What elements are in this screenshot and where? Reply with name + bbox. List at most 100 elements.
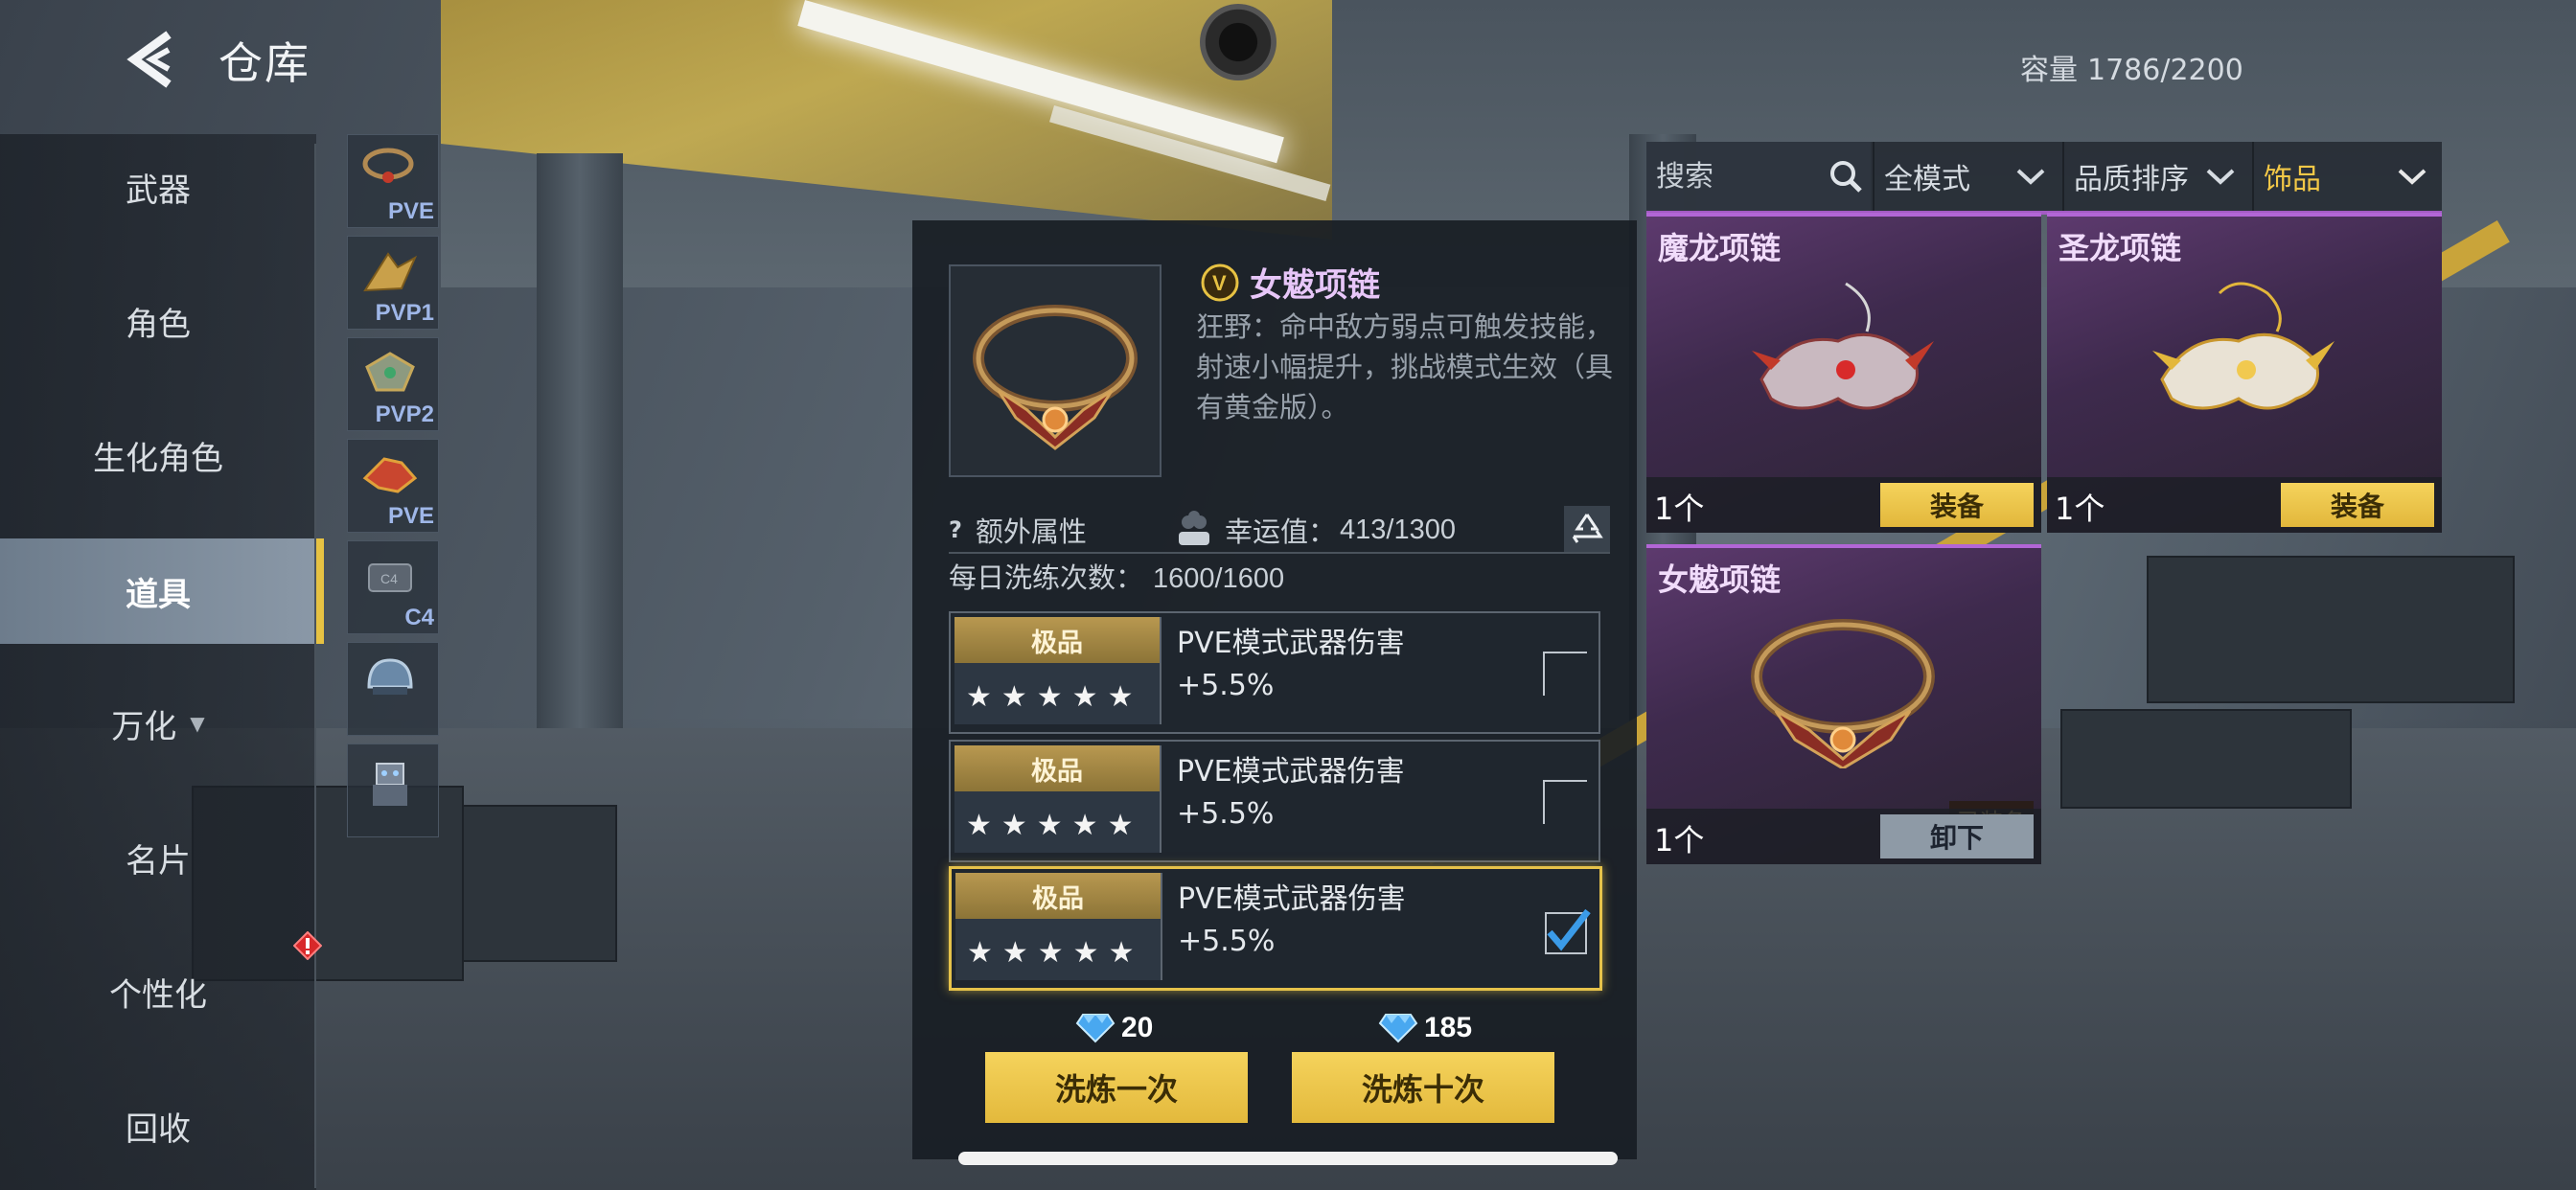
item-name: 女魃项链 bbox=[1250, 266, 1380, 305]
item-count: 1个 bbox=[1654, 491, 1705, 527]
recycle-icon bbox=[1572, 514, 1603, 543]
star-rating: ★★★★★ bbox=[966, 680, 1143, 714]
filter-bar: 全模式 品质排序 饰品 bbox=[1646, 142, 2442, 215]
c4-icon: C4 bbox=[368, 563, 412, 592]
checkmark-icon bbox=[1545, 908, 1591, 954]
star-rating: ★★★★★ bbox=[967, 936, 1144, 970]
option-checkbox-checked[interactable] bbox=[1544, 907, 1591, 954]
refine-once-button[interactable]: 洗炼一次 bbox=[985, 1052, 1248, 1123]
item-description: 狂野：命中敌方弱点可触发技能，射速小幅提升，挑战模式生效（具有黄金版）。 bbox=[1196, 310, 1614, 423]
unequip-button[interactable]: 卸下 bbox=[1880, 814, 2034, 858]
refine-once-cost: 20 bbox=[1075, 1012, 1153, 1044]
sort-dropdown[interactable]: 品质排序 bbox=[2062, 142, 2250, 211]
card-title: 魔龙项链 bbox=[1658, 230, 1782, 266]
necklace-icon bbox=[362, 148, 414, 183]
sidebar-item-namecards[interactable]: 名片 bbox=[0, 805, 316, 910]
back-button[interactable] bbox=[125, 29, 182, 90]
option-text: PVE模式武器伤害+5.5% bbox=[1177, 755, 1405, 831]
wings-icon bbox=[363, 252, 418, 292]
option-text: PVE模式武器伤害+5.5% bbox=[1178, 882, 1406, 958]
grade-label: 极品 bbox=[955, 873, 1161, 919]
diamond-icon bbox=[1075, 1014, 1116, 1043]
dragon-necklace-icon bbox=[2152, 282, 2334, 410]
capacity-indicator: 容量 1786/2200 bbox=[2020, 46, 2243, 88]
grade-label: 极品 bbox=[954, 745, 1160, 791]
item-name-row: V 女魃项链 bbox=[1200, 259, 1380, 306]
home-indicator[interactable] bbox=[958, 1152, 1618, 1165]
item-detail-panel: V 女魃项链 狂野：命中敌方弱点可触发技能，射速小幅提升，挑战模式生效（具有黄金… bbox=[912, 220, 1637, 1159]
sub-item-necklace[interactable]: PVE bbox=[347, 134, 439, 228]
daily-refine-count: 每日洗练次数： 1600/1600 bbox=[949, 561, 1285, 594]
card-title: 圣龙项链 bbox=[2058, 230, 2182, 266]
category-filter-dropdown[interactable]: 饰品 bbox=[2252, 142, 2442, 211]
card-footer: 1个 卸下 bbox=[1646, 809, 2041, 864]
item-count: 1个 bbox=[1654, 822, 1705, 858]
sidebar-item-weapons[interactable]: 武器 bbox=[0, 134, 316, 240]
sidebar-item-transform[interactable]: 万化 ▼ bbox=[0, 671, 316, 776]
sub-item-pendant[interactable]: PVP2 bbox=[347, 337, 439, 431]
refine-ten-cost: 185 bbox=[1378, 1012, 1472, 1044]
clover-icon bbox=[1179, 511, 1209, 545]
sub-item-robot[interactable] bbox=[347, 744, 439, 837]
equip-button[interactable]: 装备 bbox=[1880, 483, 2034, 527]
dropdown-triangle-icon: ▼ bbox=[190, 712, 205, 735]
sub-item-c4[interactable]: C4 C4 bbox=[347, 540, 439, 634]
item-count: 1个 bbox=[2055, 491, 2105, 527]
svg-text:V: V bbox=[1212, 271, 1227, 295]
robot-icon bbox=[373, 763, 407, 806]
svg-text:C4: C4 bbox=[380, 571, 398, 586]
sidebar-item-recycle[interactable]: 回收 bbox=[0, 1073, 316, 1179]
dragon-emblem-icon bbox=[362, 457, 418, 493]
option-text: PVE模式武器伤害+5.5% bbox=[1177, 627, 1405, 702]
sidebar-item-personalize[interactable]: 个性化 bbox=[0, 939, 316, 1044]
extra-attributes-label: 额外属性 bbox=[975, 515, 1087, 548]
option-checkbox[interactable] bbox=[1543, 780, 1587, 824]
refine-option-2[interactable]: 极品 ★★★★★ PVE模式武器伤害+5.5% bbox=[949, 740, 1600, 862]
diamond-icon bbox=[1378, 1014, 1418, 1043]
vip-badge-icon: V bbox=[1201, 263, 1239, 301]
card-footer: 1个 装备 bbox=[1646, 477, 2041, 533]
pendant-icon bbox=[365, 352, 415, 392]
chevron-down-icon bbox=[2206, 169, 2235, 185]
refine-option-1[interactable]: 极品 ★★★★★ PVE模式武器伤害+5.5% bbox=[949, 611, 1600, 734]
item-card-nvba-necklace[interactable]: 女魃项链 已装备 1个 卸下 bbox=[1646, 544, 2041, 864]
star-rating: ★★★★★ bbox=[966, 809, 1143, 842]
item-card-demon-dragon-necklace[interactable]: 魔龙项链 1个 装备 bbox=[1646, 213, 2041, 533]
refine-option-3[interactable]: 极品 ★★★★★ PVE模式武器伤害+5.5% bbox=[949, 866, 1602, 991]
equip-button[interactable]: 装备 bbox=[2281, 483, 2434, 527]
necklace-icon bbox=[973, 305, 1138, 450]
page-title: 仓库 bbox=[218, 37, 310, 89]
ceiling-camera-icon bbox=[1200, 4, 1276, 80]
sub-item-column: PVE PVP1 PVP2 PVE C4 C4 bbox=[347, 134, 439, 845]
sidebar-item-zombie-characters[interactable]: 生化角色 bbox=[0, 402, 316, 508]
chevron-down-icon bbox=[2016, 169, 2045, 185]
extra-attributes-button[interactable]: ? 额外属性 bbox=[949, 510, 1087, 550]
sub-item-dragon-emblem[interactable]: PVE bbox=[347, 439, 439, 533]
attribute-divider bbox=[949, 552, 1610, 554]
refine-ten-button[interactable]: 洗炼十次 bbox=[1292, 1052, 1554, 1123]
grade-box: 极品 ★★★★★ bbox=[955, 873, 1162, 980]
helmet-icon bbox=[367, 658, 413, 695]
capacity-label: 容量 bbox=[2020, 54, 2078, 87]
category-sidebar: 武器 角色 生化角色 道具 万化 ▼ 名片 个性化 回收 bbox=[0, 134, 324, 1190]
sub-item-wings[interactable]: PVP1 bbox=[347, 236, 439, 330]
sub-item-helmet[interactable] bbox=[347, 642, 439, 736]
red-alert-icon bbox=[293, 931, 322, 960]
card-footer: 1个 装备 bbox=[2047, 477, 2442, 533]
item-card-holy-dragon-necklace[interactable]: 圣龙项链 1个 装备 bbox=[2047, 213, 2442, 533]
chevron-down-icon bbox=[2398, 169, 2426, 185]
sidebar-item-props[interactable]: 道具 bbox=[0, 538, 324, 644]
back-arrow-icon bbox=[126, 31, 172, 88]
option-checkbox[interactable] bbox=[1543, 652, 1587, 696]
recycle-button[interactable] bbox=[1564, 506, 1610, 552]
mode-filter-dropdown[interactable]: 全模式 bbox=[1873, 142, 2060, 211]
attribute-row: ? 额外属性 幸运值： 413/1300 bbox=[949, 506, 1610, 552]
sidebar-item-characters[interactable]: 角色 bbox=[0, 268, 316, 374]
sidebar-divider bbox=[314, 144, 316, 1188]
question-icon: ? bbox=[949, 516, 962, 543]
card-title: 女魃项链 bbox=[1658, 561, 1782, 598]
necklace-icon bbox=[1751, 619, 1935, 768]
dragon-necklace-icon bbox=[1752, 282, 1934, 410]
search-icon[interactable] bbox=[1827, 157, 1865, 195]
item-thumbnail bbox=[949, 264, 1162, 477]
